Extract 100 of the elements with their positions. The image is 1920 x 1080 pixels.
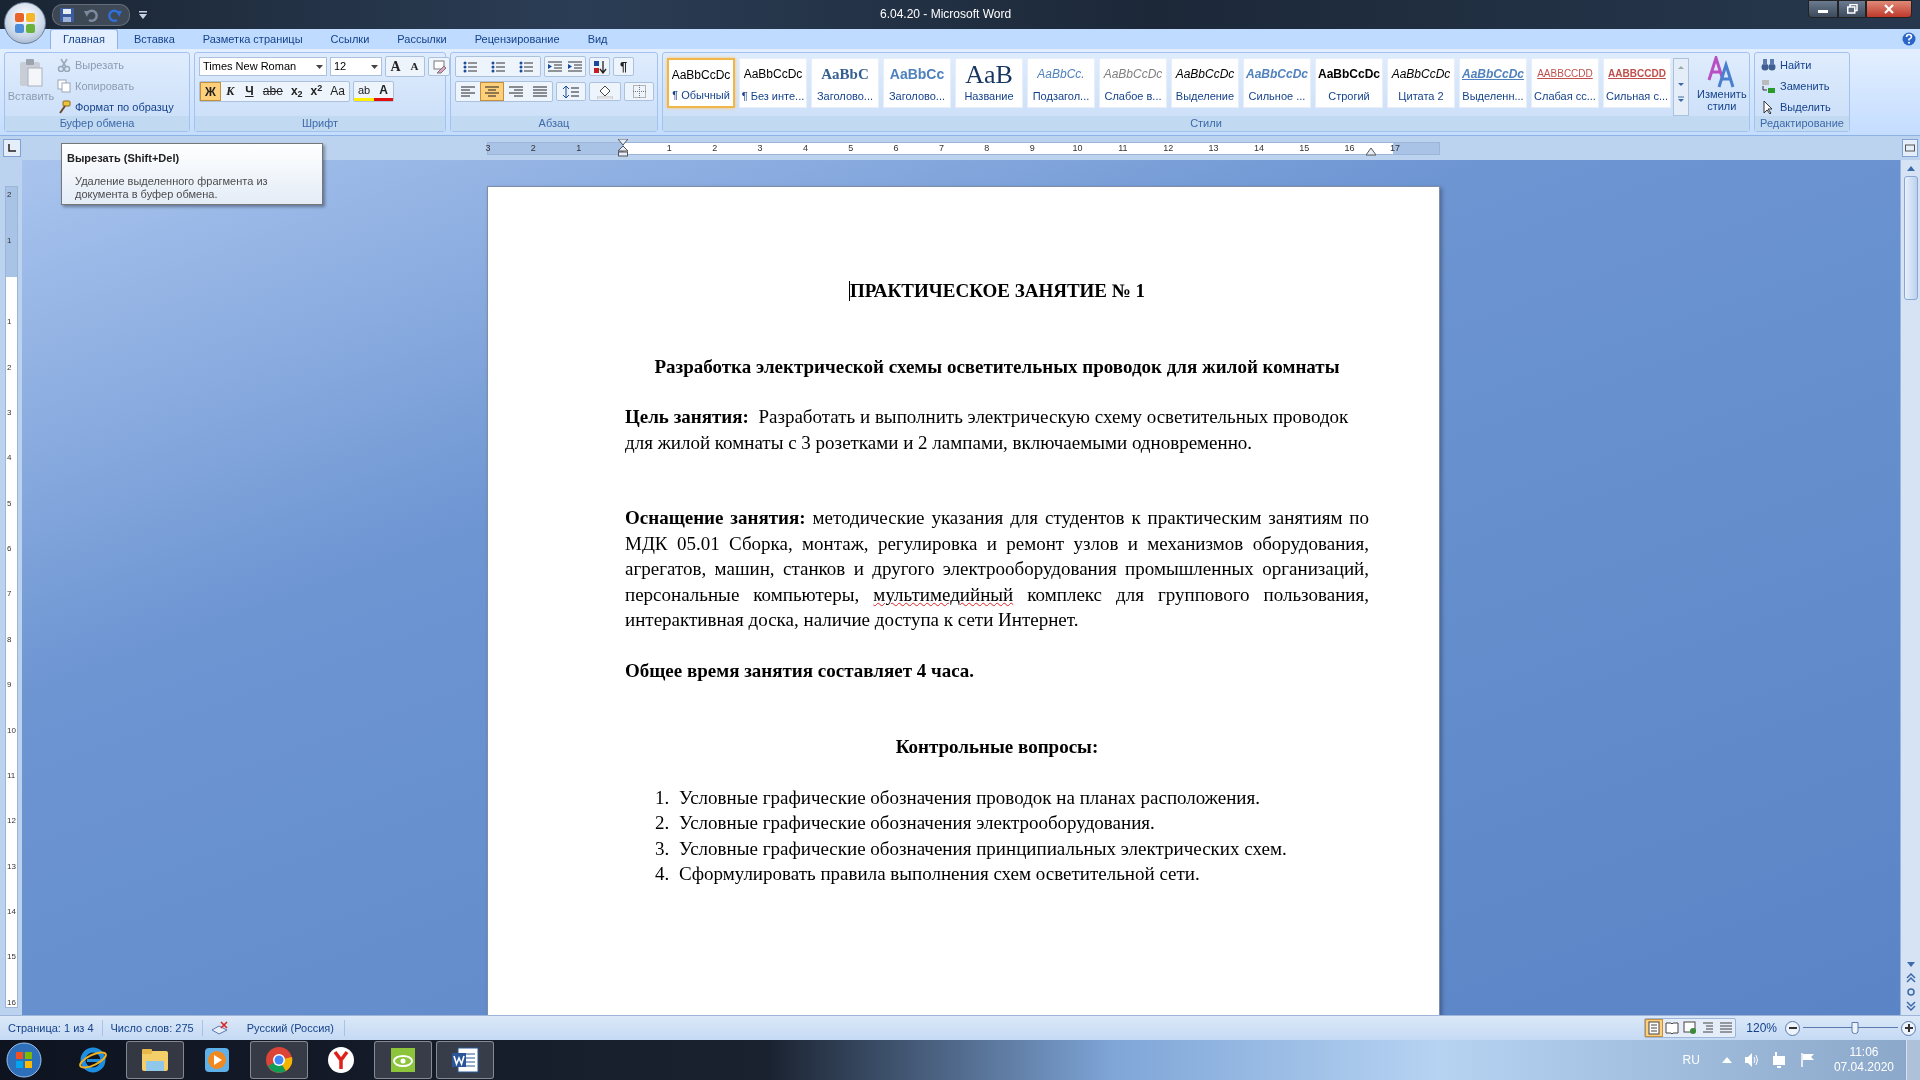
group-label: Абзац [451,116,657,131]
zoom-level[interactable]: 120% [1746,1019,1777,1037]
ruler-number: 5 [848,143,854,154]
highlight-button[interactable]: ab [354,82,375,101]
grow-font-button[interactable]: A [386,57,405,76]
show-marks-button[interactable]: ¶ [613,57,634,76]
minimize-button[interactable] [1808,0,1838,18]
change-styles-button[interactable]: Изменить стили [1697,56,1747,116]
start-button[interactable] [4,1041,44,1079]
minus-icon [1788,1027,1797,1029]
document-title: ПРАКТИЧЕСКОЕ ЗАНЯТИЕ № 1 [849,279,1146,303]
paragraph: Цель занятия: Разработать и выполнить электрическую схему осветительных проводок для жилой комнаты с 3 розетками и 2 лампами, включаемыми одновременно. [625,405,1350,455]
sort-button[interactable] [589,57,610,76]
format-strikethrough-button[interactable]: abe [258,82,287,101]
save-icon[interactable] [59,6,75,23]
style-tile[interactable]: AaBbCcDc Строгий [1315,58,1383,108]
list-number: 4. [654,862,671,886]
format-bold-button[interactable]: Ж [200,82,221,101]
ribbon-tab[interactable]: Вставка [121,29,187,49]
clipboard-format-painter-button[interactable]: Формат по образцу [57,98,174,116]
style-tile[interactable]: AaB Название [955,58,1023,108]
format-italic-button[interactable]: К [220,82,240,101]
editing-replace-button[interactable]: Заменить [1761,77,1831,95]
font-size-field[interactable]: 12 [330,57,382,76]
format-change-case-button[interactable]: Aa [326,82,349,101]
ruler-number: 6 [7,544,12,554]
style-tile[interactable]: AABBCCDD Сильная с... [1603,58,1671,108]
taskbar-app-button[interactable] [126,1041,184,1079]
style-tile[interactable]: AaBbCc. Подзагол... [1027,58,1095,108]
spelling-check-icon[interactable] [210,1021,229,1035]
style-tile[interactable]: AaBbCcDc Выделенн... [1459,58,1527,108]
editing-select-button[interactable]: Выделить [1761,98,1831,116]
taskbar-app-button[interactable] [250,1041,308,1079]
ribbon-tab[interactable]: Вид [575,29,620,49]
style-tile[interactable]: AaBbC Заголово... [811,58,879,108]
scroll-down-arrow-icon[interactable] [1905,961,1916,969]
horizontal-ruler[interactable]: 3 2 1 1 2 3 4 5 6 7 8 9 10 11 12 13 14 15 16 17 [487,142,1440,155]
style-tile[interactable]: AaBbCc Заголово... [883,58,951,108]
ruler-number: 4 [802,143,808,154]
full-screen-reading-button[interactable] [1663,1019,1682,1037]
print-layout-button[interactable] [1645,1019,1664,1037]
line-spacing-button[interactable] [556,82,586,101]
style-tile[interactable]: AaBbCcDc Цитата 2 [1387,58,1455,108]
style-tile[interactable]: AaBbCcDc ¶ Без инте... [739,58,807,108]
font-color-button[interactable]: A [374,82,393,101]
editing-find-button[interactable]: Найти [1761,56,1831,74]
scroll-up-arrow-icon[interactable] [1905,164,1916,172]
borders-button[interactable] [624,82,654,101]
restore-button[interactable] [1838,0,1866,18]
close-button[interactable] [1866,0,1912,18]
language-status[interactable]: Русский (Россия) [236,1019,345,1037]
customize-caret-icon[interactable] [138,9,148,20]
word-count-status[interactable]: Число слов: 275 [102,1019,203,1037]
style-tile[interactable]: AaBbCcDc Выделение [1171,58,1239,108]
next-page-icon[interactable] [1905,1001,1916,1011]
replace-arrow-icon [1761,78,1776,94]
chrome-icon [264,1045,294,1075]
taskbar-app-button[interactable] [436,1041,494,1079]
ribbon-tab[interactable]: Ссылки [318,29,382,49]
format-superscript-button[interactable]: x$^{2}$ [306,82,327,101]
scrollbar-thumb[interactable] [1903,176,1918,300]
zoom-out-button[interactable] [1785,1020,1800,1036]
clear-formatting-button[interactable] [428,57,450,76]
ruler-number: 14 [1253,143,1264,154]
ruler-number: 2 [712,143,718,154]
zoom-in-button[interactable] [1901,1020,1916,1036]
binoculars-icon [1761,57,1776,73]
vertical-scrollbar[interactable] [1900,160,1920,1015]
right-indent-marker-icon[interactable] [1366,148,1376,158]
vertical-ruler[interactable]: 2 1 1 2 3 4 5 6 7 8 9 10 11 12 13 14 15 16 [5,186,18,1008]
style-tile[interactable]: AaBbCcDc Слабое в... [1099,58,1167,108]
ruler-number: 11 [1118,143,1128,154]
format-subscript-button[interactable]: x$_{2}$ [286,82,307,101]
eye-icon [388,1045,418,1075]
ribbon-tab[interactable]: Рецензирование [462,29,572,49]
line-spacing-icon [563,85,579,98]
view-ruler-button[interactable] [1902,139,1918,157]
ribbon-tab[interactable]: Главная [50,29,118,49]
ribbon-tab[interactable]: Рассылки [385,29,459,49]
ribbon-tab[interactable]: Разметка страницы [190,29,315,49]
previous-page-icon[interactable] [1905,973,1916,983]
align-center-button[interactable] [480,82,504,101]
shading-button[interactable] [589,82,621,101]
page-count-status[interactable]: Страница: 1 из 4 [0,1019,103,1037]
bold-paragraph: Общее время занятия составляет 4 часа. [625,658,976,683]
slider-thumb[interactable] [1851,1022,1859,1034]
shrink-font-button[interactable]: A [405,57,424,76]
font-name-field[interactable]: Times New Roman [199,57,327,76]
style-tile[interactable]: AaBbCcDc ¶ Обычный [667,58,735,108]
style-tile[interactable]: AABBCCDD Слабая сс... [1531,58,1599,108]
style-tile[interactable]: AaBbCcDc Сильное ... [1243,58,1311,108]
ruler-number: 16 [1344,143,1355,154]
window-title: 6.04.20 - Microsoft Word [880,6,1012,23]
tab-selector-button[interactable] [3,139,21,157]
help-icon[interactable] [1902,32,1916,46]
taskbar-app-button[interactable] [374,1041,432,1079]
format-underline-button[interactable]: Ч [239,82,259,101]
browse-object-icon[interactable] [1905,987,1916,997]
ruler-number: 12 [1163,143,1174,154]
indent-marker-icon[interactable] [618,139,628,157]
